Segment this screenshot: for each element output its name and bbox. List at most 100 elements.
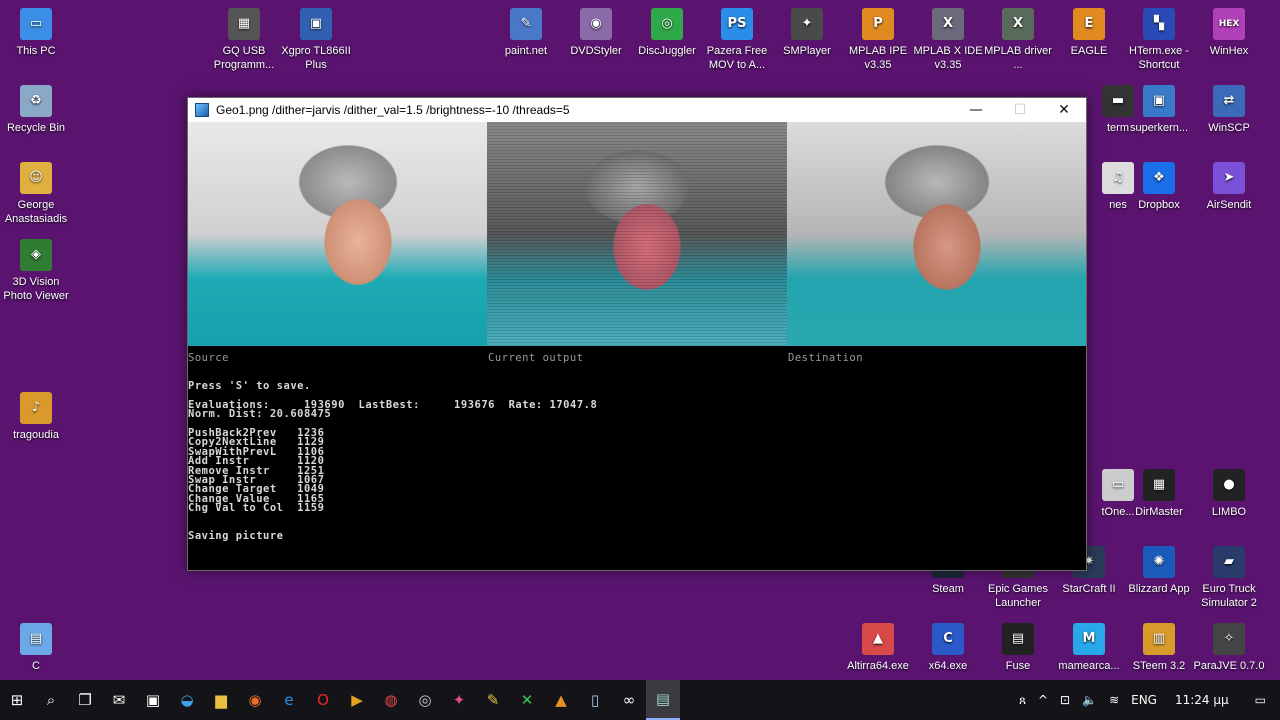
source-image — [188, 122, 488, 346]
desktop-icon-tragoudia[interactable]: ♪ tragoudia — [0, 392, 72, 442]
dirmaster-icon: ▦ — [1143, 469, 1175, 501]
notifications-icon[interactable]: ▭ — [1241, 693, 1280, 707]
desktop-icon-blizzard[interactable]: ✺ Blizzard App — [1123, 546, 1195, 596]
desktop-icon-dropbox[interactable]: ❖ Dropbox — [1123, 162, 1195, 212]
taskbar-edge-legacy-icon[interactable]: ◒ — [170, 680, 204, 720]
stat-line: Chg Val to Col 1159 — [188, 502, 325, 515]
desktop-icon-label: DirMaster — [1135, 506, 1183, 518]
desktop-icon-3d-vision[interactable]: ◈ 3D Vision Photo Viewer — [0, 239, 72, 303]
3d-vision-icon: ◈ — [20, 239, 52, 271]
desktop-icon-steem[interactable]: ▥ STeem 3.2 — [1123, 623, 1195, 673]
desktop-icon-this-pc[interactable]: ▭ This PC — [0, 8, 72, 58]
console-window[interactable]: Geo1.png /dither=jarvis /dither_val=1.5 … — [187, 97, 1087, 571]
desktop-icon-label: SMPlayer — [783, 45, 831, 57]
taskbar-app-note-icon[interactable]: ▯ — [578, 680, 612, 720]
taskbar-task-view-icon[interactable]: ❐ — [68, 680, 102, 720]
desktop-icon-discjuggler[interactable]: ◎ DiscJuggler — [631, 8, 703, 58]
taskbar-app-link-icon[interactable]: ∞ — [612, 680, 646, 720]
desktop-icon-recycle-bin[interactable]: ♻ Recycle Bin — [0, 85, 72, 135]
desktop-icon-mamearcade[interactable]: Mmamearca... — [1053, 623, 1125, 673]
taskbar-explorer-icon[interactable]: ▆ — [204, 680, 238, 720]
limbo-icon: ● — [1213, 469, 1245, 501]
desktop-icon-parajve[interactable]: ✧ ParaJVE 0.7.0 — [1193, 623, 1265, 673]
network-icon[interactable]: ⊡ — [1054, 693, 1076, 707]
taskbar-app-red-icon[interactable]: ◍ — [374, 680, 408, 720]
chevron-up-icon[interactable]: ^ — [1032, 693, 1054, 707]
taskbar-plex-icon[interactable]: ▶ — [340, 680, 374, 720]
wifi-icon[interactable]: ≋ — [1103, 693, 1125, 707]
desktop-icon-label: Steam — [932, 583, 964, 595]
desktop-icon-label: Euro Truck Simulator 2 — [1201, 583, 1257, 609]
desktop-icon-eurotruck[interactable]: ▰ Euro Truck Simulator 2 — [1193, 546, 1265, 610]
taskbar: ⊞ ⌕ ❐ ✉ ▣ ◒ ▆ ◉ e O ▶ ◍ ◎ ✦ ✎ ✕ ▲ ▯ ∞ ▤ ጸ ^ ⊡ 🔈 ≋ ENG 11:24… — [0, 680, 1280, 720]
people-icon[interactable]: ጸ — [1013, 693, 1032, 708]
taskbar-mail-icon[interactable]: ✉ — [102, 680, 136, 720]
desktop-icon-dirmaster[interactable]: ▦ DirMaster — [1123, 469, 1195, 519]
desktop-icon-label: mamearca... — [1058, 660, 1120, 672]
desktop-icon-altirra[interactable]: ▲ Altirra64.exe — [842, 623, 914, 673]
taskbar-app-disc-icon[interactable]: ◎ — [408, 680, 442, 720]
desktop-icon-gq-usb[interactable]: ▦ GQ USB Programm... — [208, 8, 280, 72]
volume-icon[interactable]: 🔈 — [1076, 693, 1103, 707]
taskbar-start-icon[interactable]: ⊞ — [0, 680, 34, 720]
recycle-bin-icon: ♻ — [20, 85, 52, 117]
desktop-icon-winscp[interactable]: ⇄ WinSCP — [1193, 85, 1265, 135]
taskbar-opera-icon[interactable]: O — [306, 680, 340, 720]
norm-dist-line: Norm. Dist: 20.608475 — [188, 408, 332, 420]
title-bar[interactable]: Geo1.png /dither=jarvis /dither_val=1.5 … — [188, 98, 1086, 122]
language-indicator[interactable]: ENG — [1125, 693, 1163, 707]
taskbar-app-x-icon[interactable]: ✕ — [510, 680, 544, 720]
desktop-icon-label: WinSCP — [1208, 122, 1250, 134]
image-panes — [188, 122, 1086, 346]
close-button[interactable]: ✕ — [1042, 98, 1086, 122]
maximize-button[interactable]: ☐ — [998, 98, 1042, 122]
desktop-icon-label: Altirra64.exe — [847, 660, 909, 672]
desktop-icon-winhex[interactable]: HEX WinHex — [1193, 8, 1265, 58]
desktop-icon-label: George Anastasiadis — [4, 199, 68, 225]
smplayer-icon: ✦ — [791, 8, 823, 40]
taskbar-firefox-icon[interactable]: ◉ — [238, 680, 272, 720]
desktop-icon-mplab-x[interactable]: X MPLAB X IDE v3.35 — [912, 8, 984, 72]
discjuggler-icon: ◎ — [651, 8, 683, 40]
george-icon: ☺ — [20, 162, 52, 194]
parajve-icon: ✧ — [1213, 623, 1245, 655]
desktop-icon-airsendit[interactable]: ➤ AirSendit — [1193, 162, 1265, 212]
desktop-icon-paintnet[interactable]: ✎ paint.net — [490, 8, 562, 58]
desktop-icon-x64[interactable]: Cx64.exe — [912, 623, 984, 673]
desktop-icon-eagle[interactable]: E EAGLE — [1053, 8, 1125, 58]
xgpro-icon: ▣ — [300, 8, 332, 40]
superkern-icon: ▣ — [1143, 85, 1175, 117]
minimize-button[interactable]: — — [954, 98, 998, 122]
blizzard-icon: ✺ — [1143, 546, 1175, 578]
taskbar-edge-icon[interactable]: e — [272, 680, 306, 720]
desktop-icon-smplayer[interactable]: ✦ SMPlayer — [771, 8, 843, 58]
desktop-icon-xgpro[interactable]: ▣ Xgpro TL866II Plus — [280, 8, 352, 72]
taskbar-console-app-icon[interactable]: ▤ — [646, 680, 680, 720]
desktop-icon-george[interactable]: ☺ George Anastasiadis — [0, 162, 72, 226]
desktop-icon-label: ParaJVE 0.7.0 — [1193, 660, 1265, 672]
taskbar-search-icon[interactable]: ⌕ — [34, 680, 68, 720]
current-output-label: Current output — [488, 352, 584, 364]
desktop-icon-c-drive[interactable]: ▤ C — [0, 623, 72, 673]
desktop-icon-label: LIMBO — [1211, 506, 1247, 518]
desktop-icon-label: EAGLE — [1070, 45, 1108, 57]
taskbar-apps: ⊞ ⌕ ❐ ✉ ▣ ◒ ▆ ◉ e O ▶ ◍ ◎ ✦ ✎ ✕ ▲ ▯ ∞ ▤ — [0, 680, 680, 720]
desktop-icon-label: tragoudia — [13, 429, 59, 441]
desktop-icon-hterm[interactable]: ▚ HTerm.exe - Shortcut — [1123, 8, 1195, 72]
taskbar-app-color-icon[interactable]: ✦ — [442, 680, 476, 720]
pazera-icon: PS — [721, 8, 753, 40]
desktop-icon-mplab-ipe[interactable]: P MPLAB IPE v3.35 — [842, 8, 914, 72]
desktop-icon-mplab-driver[interactable]: X MPLAB driver ... — [982, 8, 1054, 72]
desktop-icon-superkern[interactable]: ▣ superkern... — [1123, 85, 1195, 135]
desktop-icon-label: StarCraft II — [1062, 583, 1116, 595]
desktop-icon-limbo[interactable]: ● LIMBO — [1193, 469, 1265, 519]
clock[interactable]: 11:24 μμ — [1163, 693, 1241, 707]
desktop-icon-label: GQ USB Programm... — [213, 45, 275, 71]
desktop-icon-fuse[interactable]: ▤ Fuse — [982, 623, 1054, 673]
destination-label: Destination — [788, 352, 864, 364]
desktop-icon-dvdstyler[interactable]: ◉ DVDStyler — [560, 8, 632, 58]
desktop-icon-pazera[interactable]: PS Pazera Free MOV to A... — [701, 8, 773, 72]
taskbar-app-brush-icon[interactable]: ✎ — [476, 680, 510, 720]
taskbar-vlc-icon[interactable]: ▲ — [544, 680, 578, 720]
taskbar-store-icon[interactable]: ▣ — [136, 680, 170, 720]
